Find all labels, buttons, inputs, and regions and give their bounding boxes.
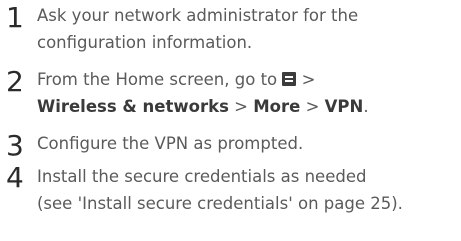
step-number: 4: [6, 161, 24, 194]
step-text-line: Ask your network administrator for the: [37, 6, 359, 25]
step-number: 1: [6, 1, 24, 34]
step-text-fragment: >: [301, 70, 316, 89]
step-text-line: Install the secure credentials as needed: [37, 167, 367, 186]
menu-path: Wireless & networks > More > VPN.: [37, 93, 457, 120]
menu-path-end: .: [363, 97, 369, 116]
instruction-steps: 1 Ask your network administrator for the…: [0, 0, 461, 241]
menu-path-item: Wireless & networks: [37, 97, 229, 116]
step-number: 2: [6, 65, 24, 98]
step-text-line: configuration information.: [37, 33, 253, 52]
menu-path-separator: >: [234, 97, 248, 116]
menu-path-item: VPN: [324, 97, 364, 116]
step-text-line: From the Home screen, go to >: [37, 66, 457, 93]
menu-path-item: More: [253, 97, 301, 116]
step-text-fragment: From the Home screen, go to: [37, 70, 278, 89]
menu-path-separator: >: [305, 97, 320, 116]
step-text-line: Configure the VPN as prompted.: [37, 134, 304, 153]
menu-icon: [282, 72, 297, 86]
step-text-line: (see 'Install secure credentials' on pag…: [37, 194, 403, 213]
step-number: 3: [6, 129, 24, 162]
